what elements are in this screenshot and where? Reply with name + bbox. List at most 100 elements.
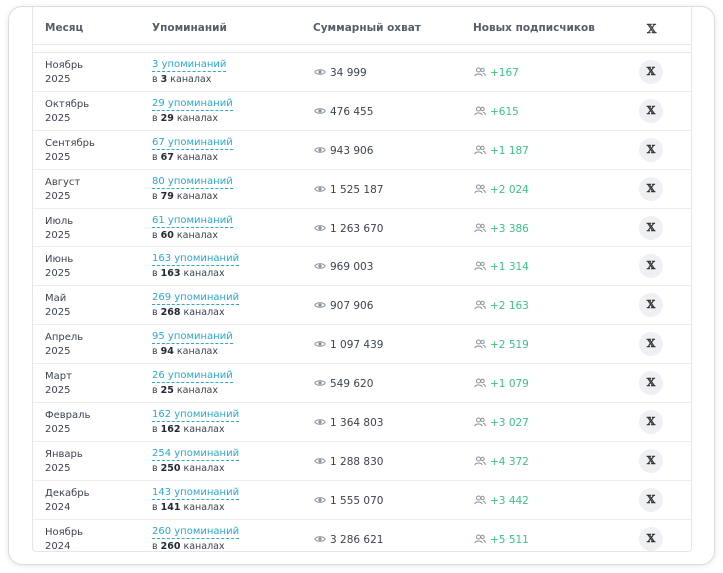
mentions-link[interactable]: 143 упоминаний — [152, 487, 240, 500]
users-icon — [474, 339, 486, 349]
x-share-button[interactable]: 𝕏 — [639, 60, 663, 84]
reach-value: 476 455 — [330, 105, 374, 118]
header-x-logo-icon: 𝕏 — [647, 22, 657, 36]
mentions-link[interactable]: 3 упоминаний — [152, 59, 227, 72]
mentions-link[interactable]: 29 упоминаний — [152, 98, 233, 111]
mentions-cell: 95 упоминаний в 94 каналах — [152, 330, 233, 359]
channels-count: в 67 каналах — [152, 151, 218, 163]
mentions-link[interactable]: 95 упоминаний — [152, 331, 233, 345]
mentions-link[interactable]: 269 упоминаний — [152, 292, 240, 306]
table-row: Ноябрь 2024 260 упоминаний в 260 каналах… — [33, 519, 691, 552]
reach-cell: 476 455 — [314, 106, 373, 118]
mentions-link[interactable]: 61 упоминаний — [152, 215, 233, 228]
eye-icon — [314, 458, 326, 464]
month-name: Август — [45, 176, 81, 188]
users-icon — [474, 456, 486, 466]
eye-icon — [314, 380, 326, 386]
mentions-link[interactable]: 80 упоминаний — [152, 176, 233, 189]
x-share-button[interactable]: 𝕏 — [639, 137, 663, 162]
reach-value: 1 097 439 — [330, 339, 384, 352]
month-year: 2025 — [45, 462, 71, 474]
subscribers-cell: +5 511 — [474, 534, 529, 546]
eye-icon — [314, 69, 326, 75]
channels-number: 268 — [160, 307, 181, 319]
channels-count: в 94 каналах — [152, 346, 218, 358]
mentions-link[interactable]: 162 упоминаний — [152, 409, 240, 423]
eye-icon — [314, 224, 326, 231]
reach-cell: 549 620 — [314, 378, 373, 390]
x-share-button[interactable]: 𝕏 — [639, 293, 663, 318]
mentions-cell: 143 упоминаний в 141 каналах — [152, 486, 240, 515]
x-logo-icon: 𝕏 — [646, 376, 656, 390]
month-cell: Август 2025 — [45, 176, 80, 204]
reach-cell: 943 906 — [314, 145, 373, 157]
users-icon — [474, 378, 486, 388]
mentions-link[interactable]: 260 упоминаний — [152, 526, 240, 539]
x-logo-icon: 𝕏 — [646, 65, 656, 78]
users-icon — [474, 417, 486, 427]
month-cell: Ноябрь 2024 — [45, 526, 84, 551]
subscribers-cell: +4 372 — [474, 456, 529, 468]
x-share-button[interactable]: 𝕏 — [639, 254, 663, 279]
channels-number: 250 — [160, 462, 181, 474]
x-share-button[interactable]: 𝕏 — [639, 176, 663, 201]
subscribers-cell: +2 024 — [474, 184, 529, 196]
x-share-button[interactable]: 𝕏 — [639, 410, 663, 435]
table-row: Май 2025 269 упоминаний в 268 каналах 90… — [33, 286, 691, 326]
subscribers-value: +1 079 — [490, 378, 529, 391]
x-share-button[interactable]: 𝕏 — [639, 371, 663, 396]
table-row: Июль 2025 61 упоминаний в 60 каналах 1 2… — [33, 208, 691, 248]
mentions-link[interactable]: 254 упоминаний — [152, 448, 240, 461]
x-share-button[interactable]: 𝕏 — [639, 487, 663, 512]
users-icon — [474, 184, 486, 194]
reach-value: 1 364 803 — [330, 417, 384, 430]
month-name: Январь — [45, 448, 83, 460]
reach-value: 3 286 621 — [330, 533, 384, 546]
month-name: Сентябрь — [45, 137, 95, 149]
users-icon — [474, 534, 486, 544]
header-mentions: Упоминаний — [152, 22, 227, 34]
month-cell: Июль 2025 — [45, 215, 73, 243]
reach-cell: 1 263 670 — [314, 223, 383, 235]
month-name: Апрель — [45, 332, 84, 344]
month-year: 2025 — [45, 268, 71, 280]
subscribers-value: +5 511 — [490, 533, 529, 546]
mentions-link[interactable]: 26 упоминаний — [152, 370, 233, 384]
month-name: Июнь — [45, 254, 74, 266]
reach-value: 1 555 070 — [330, 494, 384, 507]
stats-card: Месяц Упоминаний Суммарный охват Новых п… — [8, 6, 715, 565]
month-year: 2025 — [45, 74, 71, 85]
reach-cell: 969 003 — [314, 261, 373, 273]
x-share-button[interactable]: 𝕏 — [639, 332, 663, 357]
eye-icon — [314, 147, 326, 153]
subscribers-value: +4 372 — [490, 455, 529, 468]
x-share-button[interactable]: 𝕏 — [639, 526, 663, 551]
month-name: Ноябрь — [45, 526, 84, 538]
channels-number: 260 — [160, 540, 181, 552]
channels-number: 141 — [160, 501, 181, 513]
channels-number: 29 — [160, 112, 174, 124]
month-year: 2025 — [45, 112, 71, 124]
x-share-button[interactable]: 𝕏 — [639, 215, 663, 240]
subscribers-value: +2 163 — [490, 300, 529, 313]
reach-value: 34 999 — [330, 67, 367, 79]
channels-number: 163 — [160, 268, 181, 280]
mentions-link[interactable]: 163 упоминаний — [152, 253, 240, 267]
reach-value: 549 620 — [330, 378, 374, 391]
month-name: Февраль — [45, 410, 91, 422]
eye-icon — [314, 535, 326, 542]
subscribers-value: +1 314 — [490, 261, 529, 274]
eye-icon — [314, 341, 326, 347]
channels-number: 60 — [160, 229, 174, 241]
x-share-button[interactable]: 𝕏 — [639, 448, 663, 473]
reach-cell: 1 288 830 — [314, 456, 383, 468]
month-year: 2025 — [45, 385, 71, 397]
channels-number: 162 — [160, 424, 181, 436]
x-share-button[interactable]: 𝕏 — [639, 98, 663, 123]
subscribers-value: +3 442 — [490, 494, 529, 507]
monthly-stats-table: Месяц Упоминаний Суммарный охват Новых п… — [32, 7, 692, 552]
mentions-link[interactable]: 67 упоминаний — [152, 137, 233, 150]
table-row: Ноябрь 2025 3 упоминаний в 3 каналах 34 … — [33, 53, 691, 92]
month-name: Июль — [45, 215, 74, 227]
x-logo-icon: 𝕏 — [646, 415, 656, 429]
